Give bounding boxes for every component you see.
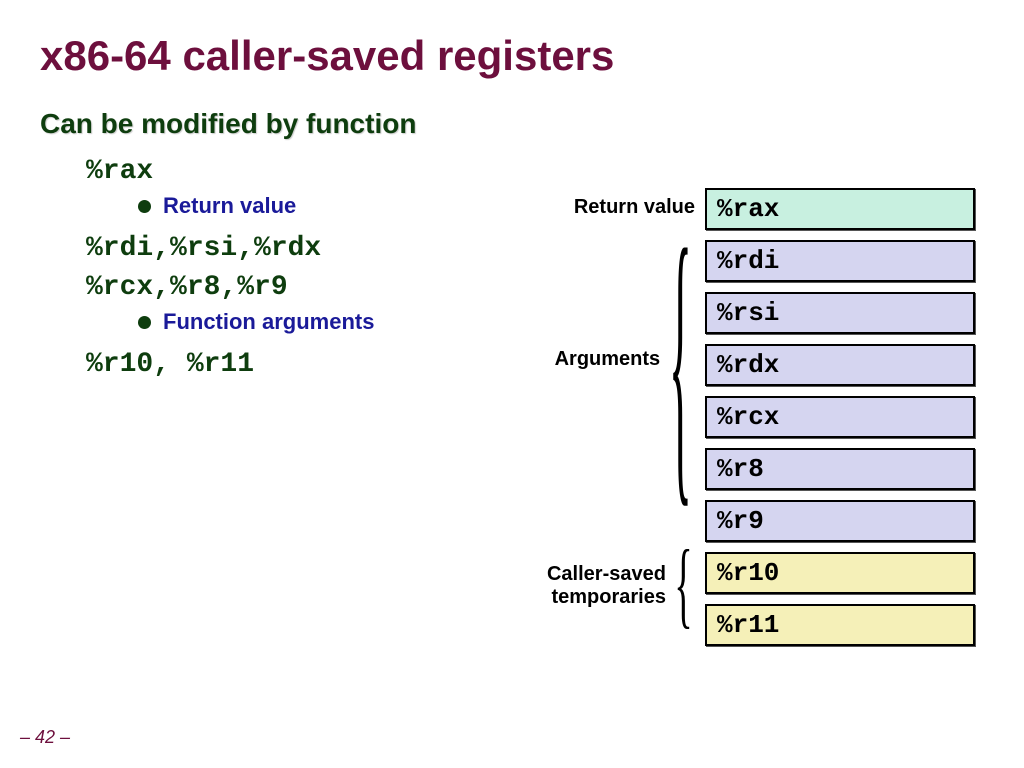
page-number: – 42 –: [20, 727, 70, 748]
bullet-icon: [138, 200, 151, 213]
left-column: %rax Return value %rdi,%rsi,%rdx %rcx,%r…: [40, 154, 460, 386]
bullet-label: Function arguments: [163, 309, 374, 335]
bullet-func-args: Function arguments: [138, 309, 460, 335]
label-line1: Caller-saved: [547, 563, 666, 585]
reg-box-rdi: %rdi: [705, 240, 975, 282]
reg-group-temps: %r10, %r11: [86, 347, 460, 382]
bullet-label: Return value: [163, 193, 296, 219]
reg-group-args-b: %rcx,%r8,%r9: [86, 270, 460, 305]
slide-title: x86-64 caller-saved registers: [40, 32, 984, 80]
reg-box-r11: %r11: [705, 604, 975, 646]
registers-column: %rax %rdi %rsi %rdx %rcx %r8 %r9 %r10 %r…: [705, 188, 975, 656]
bullet-icon: [138, 316, 151, 329]
label-arguments: Arguments {: [555, 348, 695, 371]
label-text: Caller-saved temporaries: [547, 563, 666, 609]
label-caller-saved-temps: Caller-saved temporaries {: [547, 563, 695, 609]
reg-box-r8: %r8: [705, 448, 975, 490]
label-text: Arguments: [555, 348, 661, 371]
reg-box-r10: %r10: [705, 552, 975, 594]
reg-box-rdx: %rdx: [705, 344, 975, 386]
label-line2: temporaries: [551, 586, 666, 608]
slide-subtitle: Can be modified by function: [40, 108, 984, 140]
reg-group-rax: %rax: [86, 154, 460, 189]
register-diagram: Return value Arguments { Caller-saved te…: [495, 188, 975, 656]
labels-column: Return value Arguments { Caller-saved te…: [495, 188, 695, 656]
reg-box-rsi: %rsi: [705, 292, 975, 334]
bullet-return-value: Return value: [138, 193, 460, 219]
reg-box-rcx: %rcx: [705, 396, 975, 438]
reg-box-r9: %r9: [705, 500, 975, 542]
reg-group-args-a: %rdi,%rsi,%rdx: [86, 231, 460, 266]
reg-box-rax: %rax: [705, 188, 975, 230]
